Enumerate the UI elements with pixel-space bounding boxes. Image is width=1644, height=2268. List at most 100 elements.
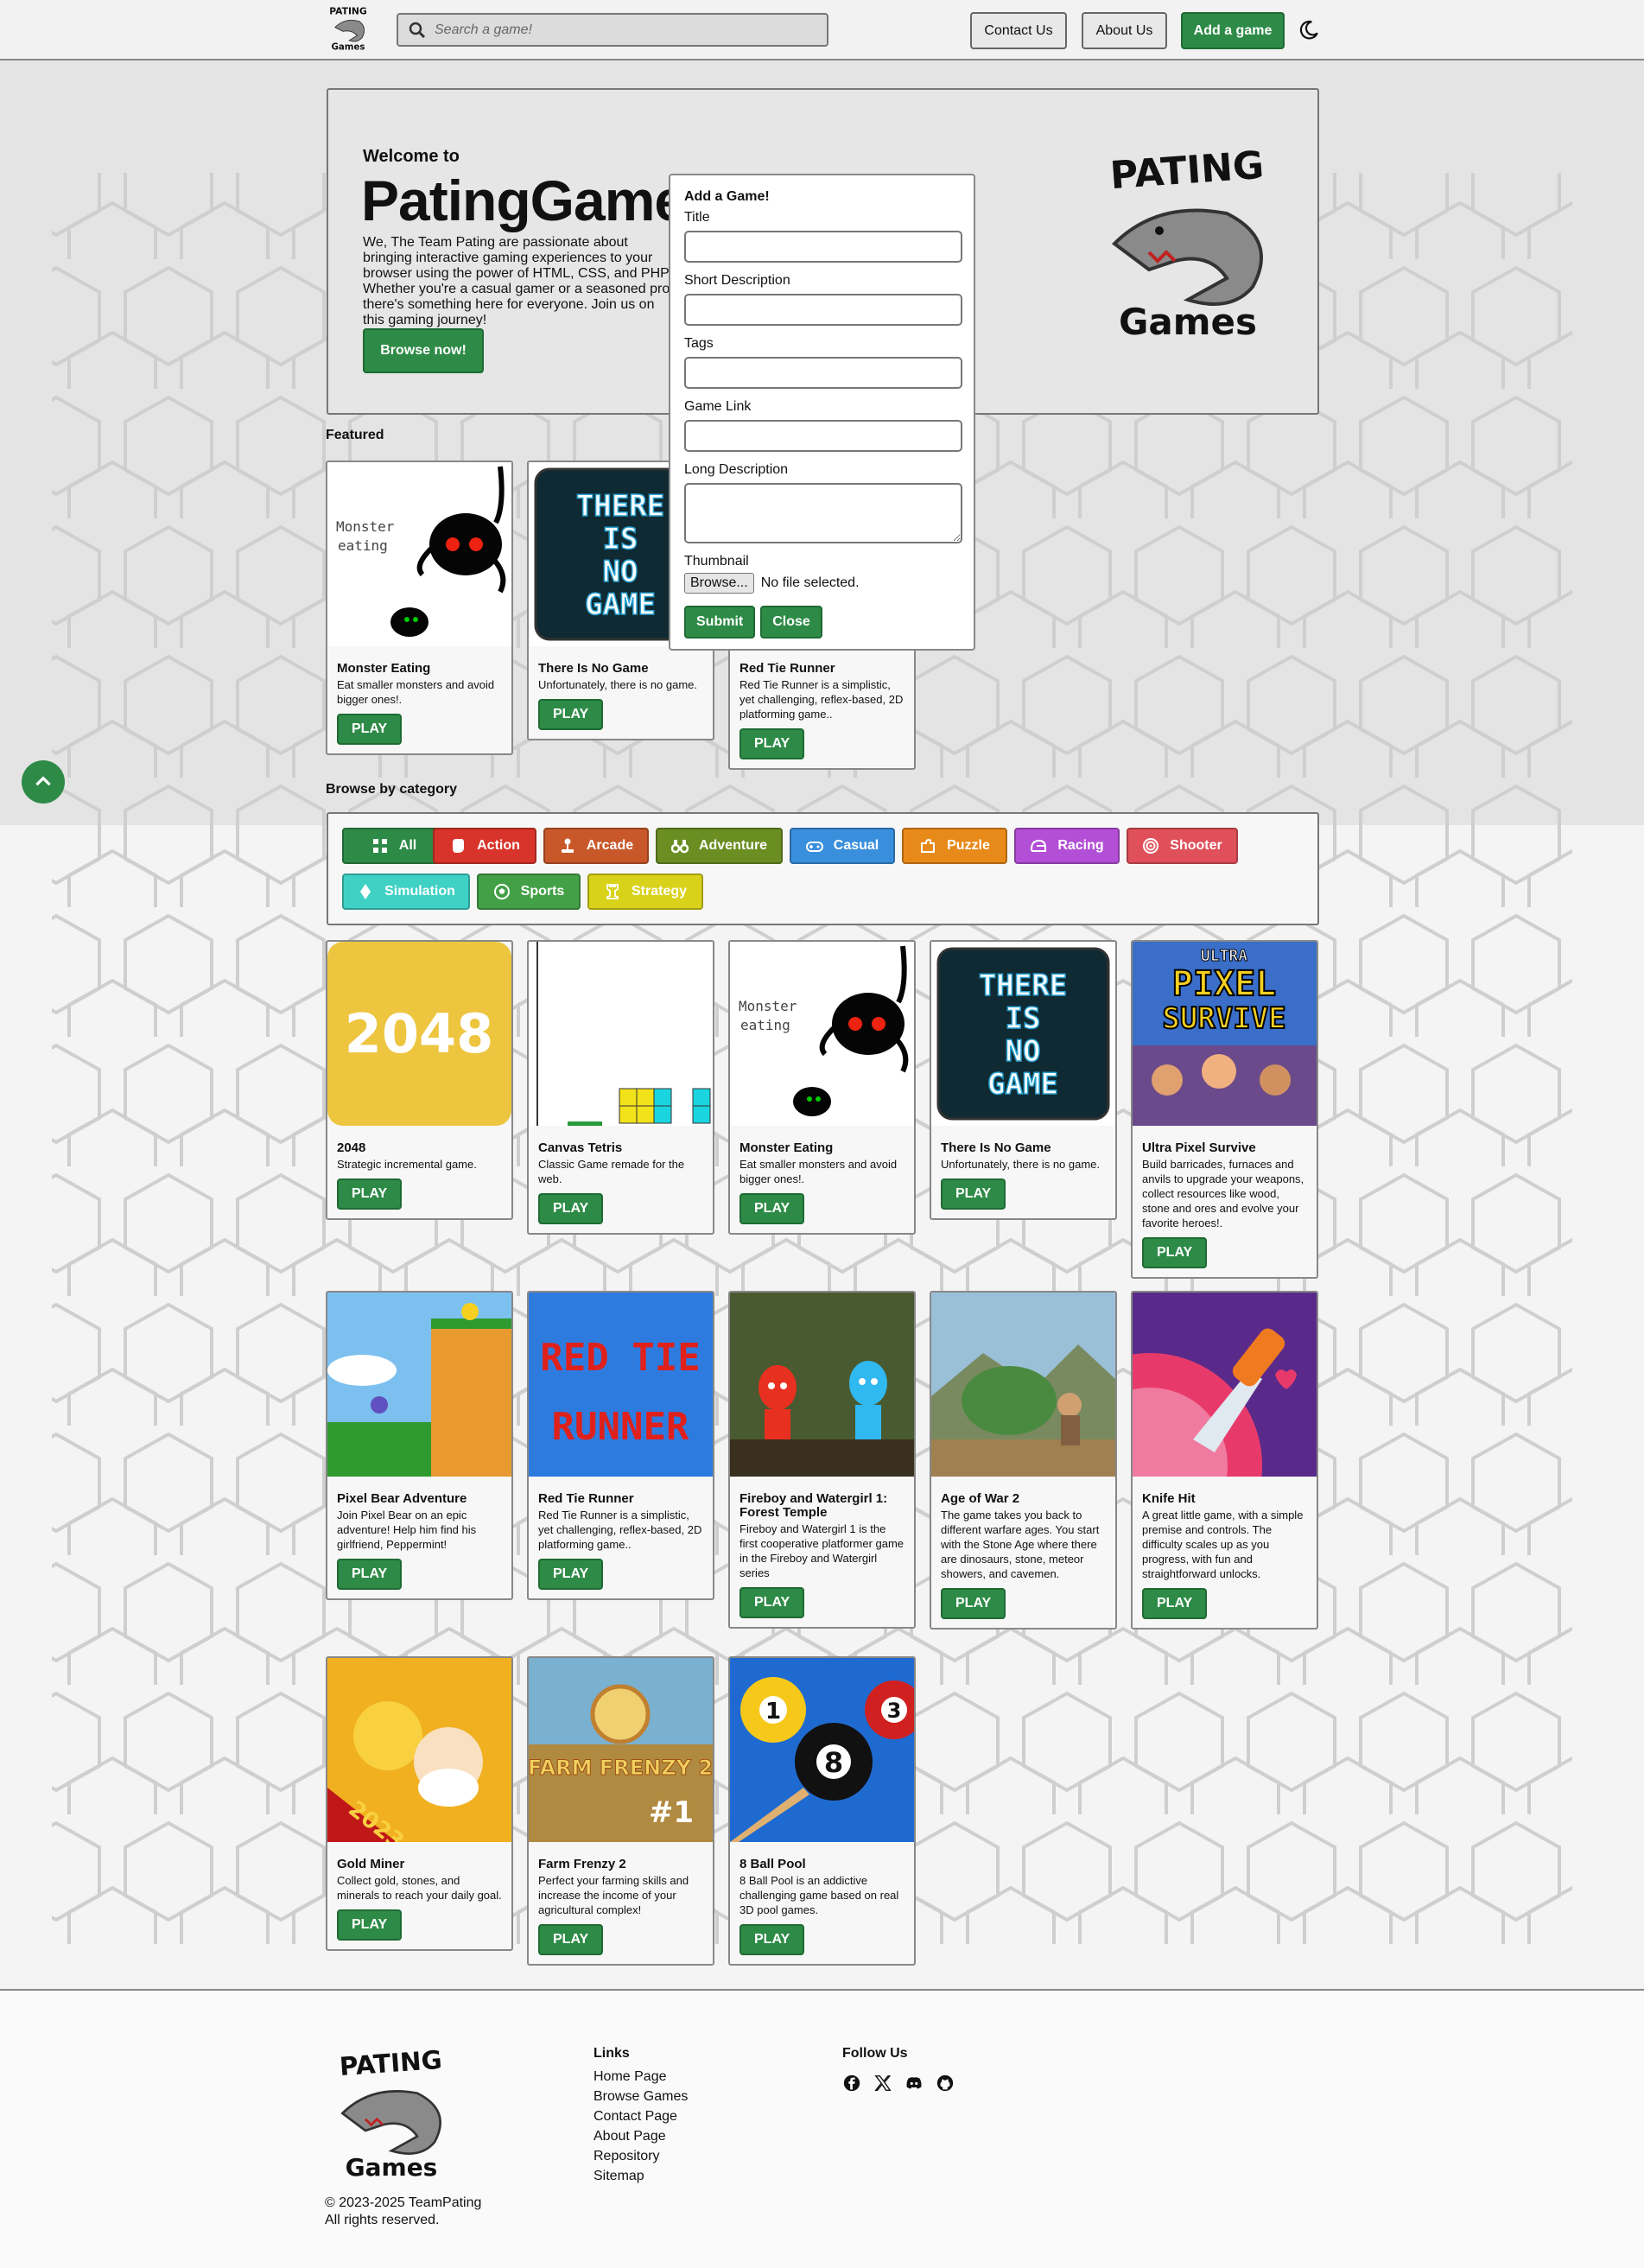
- copyright: © 2023-2025 TeamPating All rights reserv…: [325, 2195, 481, 2229]
- thumbnail-canvas-tetris: [529, 942, 713, 1126]
- svg-text:GAME: GAME: [987, 1067, 1058, 1102]
- featured-card-monster-eating[interactable]: Monster eating Monster Eating Eat smalle…: [326, 461, 513, 755]
- play-button[interactable]: PLAY: [538, 699, 604, 730]
- footer-link-sitemap[interactable]: Sitemap: [593, 2166, 688, 2186]
- github-icon[interactable]: [936, 2074, 955, 2093]
- svg-text:PIXEL: PIXEL: [1172, 964, 1276, 1004]
- grid-icon: [372, 839, 387, 853]
- footer-link-home[interactable]: Home Page: [593, 2067, 688, 2087]
- facebook-icon[interactable]: [842, 2074, 861, 2093]
- svg-text:eating: eating: [740, 1017, 790, 1033]
- category-arcade[interactable]: Arcade: [543, 828, 649, 864]
- category-sports[interactable]: Sports: [477, 874, 581, 910]
- add-game-button[interactable]: Add a game: [1181, 12, 1285, 49]
- game-card-farm-frenzy-2[interactable]: FARM FRENZY 2 #1 Farm Frenzy 2 Perfect y…: [527, 1656, 714, 1966]
- card-title: Farm Frenzy 2: [538, 1857, 626, 1871]
- discord-icon[interactable]: [905, 2074, 924, 2093]
- game-card-2048[interactable]: 2048 2048 Strategic incremental game. PL…: [326, 940, 513, 1220]
- game-card-ultra-pixel-survive[interactable]: ULTRA PIXEL SURVIVE Ultra Pixel Survive …: [1131, 940, 1318, 1279]
- play-button[interactable]: PLAY: [337, 1559, 403, 1590]
- play-button[interactable]: PLAY: [1142, 1588, 1208, 1619]
- game-card-fireboy-watergirl[interactable]: Fireboy and Watergirl 1: Forest Temple F…: [728, 1291, 916, 1629]
- thumbnail-age-of-war-2: [931, 1293, 1115, 1477]
- play-button[interactable]: PLAY: [538, 1924, 604, 1955]
- category-filter-panel: All Action Arcade Adventure Casual Puzzl…: [327, 812, 1319, 925]
- moon-icon[interactable]: [1298, 19, 1320, 41]
- play-button[interactable]: PLAY: [739, 728, 805, 759]
- game-card-red-tie-runner[interactable]: RED TIE RUNNER Red Tie Runner Red Tie Ru…: [527, 1291, 714, 1600]
- joystick-icon: [561, 838, 574, 853]
- game-card-canvas-tetris[interactable]: Canvas Tetris Classic Game remade for th…: [527, 940, 714, 1235]
- game-card-gold-miner[interactable]: 2023 Gold Miner Collect gold, stones, an…: [326, 1656, 513, 1951]
- category-all[interactable]: All: [342, 828, 446, 864]
- search-bar[interactable]: [397, 13, 828, 47]
- browse-file-button[interactable]: Browse...: [684, 573, 754, 594]
- category-strategy[interactable]: Strategy: [587, 874, 703, 910]
- category-adventure[interactable]: Adventure: [656, 828, 783, 864]
- play-button[interactable]: PLAY: [941, 1178, 1006, 1210]
- play-button[interactable]: PLAY: [1142, 1237, 1208, 1268]
- svg-text:3: 3: [887, 1699, 902, 1723]
- category-action[interactable]: Action: [433, 828, 536, 864]
- tags-label: Tags: [684, 336, 714, 351]
- game-card-8-ball-pool[interactable]: 1 3 8 8 Ball Pool 8 Ball Pool is an addi…: [728, 1656, 916, 1966]
- x-twitter-icon[interactable]: [873, 2074, 892, 2093]
- card-description: The game takes you back to different war…: [941, 1509, 1100, 1580]
- contact-us-button[interactable]: Contact Us: [970, 12, 1067, 49]
- game-card-pixel-bear-adventure[interactable]: Pixel Bear Adventure Join Pixel Bear on …: [326, 1291, 513, 1600]
- svg-text:ULTRA: ULTRA: [1201, 947, 1247, 965]
- title-input[interactable]: [684, 231, 962, 263]
- category-simulation[interactable]: Simulation: [342, 874, 470, 910]
- play-button[interactable]: PLAY: [941, 1588, 1006, 1619]
- svg-text:SURVIVE: SURVIVE: [1162, 1001, 1285, 1036]
- footer: PATING Games © 2023-2025 TeamPating All …: [0, 1989, 1644, 2268]
- game-card-age-of-war-2[interactable]: Age of War 2 The game takes you back to …: [930, 1291, 1117, 1630]
- play-button[interactable]: PLAY: [739, 1587, 805, 1618]
- game-card-there-is-no-game[interactable]: THERE IS NO GAME There Is No Game Unfort…: [930, 940, 1117, 1220]
- svg-text:8: 8: [824, 1746, 843, 1779]
- thumbnail-ultra-pixel-survive: ULTRA PIXEL SURVIVE: [1133, 942, 1317, 1126]
- pating-logo-small[interactable]: PATING Games: [327, 5, 370, 54]
- play-button[interactable]: PLAY: [739, 1193, 805, 1224]
- play-button[interactable]: PLAY: [337, 1909, 403, 1941]
- play-button[interactable]: PLAY: [739, 1924, 805, 1955]
- play-button[interactable]: PLAY: [337, 714, 403, 745]
- game-link-input[interactable]: [684, 420, 962, 452]
- game-card-monster-eating[interactable]: Monster eating Monster Eating Eat smalle…: [728, 940, 916, 1235]
- footer-links: Home Page Browse Games Contact Page Abou…: [593, 2067, 688, 2186]
- tags-input[interactable]: [684, 357, 962, 389]
- scroll-to-top-button[interactable]: [22, 760, 65, 804]
- game-card-knife-hit[interactable]: Knife Hit A great little game, with a si…: [1131, 1291, 1318, 1630]
- footer-link-repository[interactable]: Repository: [593, 2146, 688, 2166]
- play-button[interactable]: PLAY: [538, 1193, 604, 1224]
- browse-now-button[interactable]: Browse now!: [363, 328, 484, 373]
- category-puzzle[interactable]: Puzzle: [902, 828, 1007, 864]
- footer-link-about[interactable]: About Page: [593, 2126, 688, 2146]
- card-description: Classic Game remade for the web.: [538, 1158, 685, 1185]
- puzzle-icon: [921, 838, 936, 853]
- submit-button[interactable]: Submit: [684, 606, 756, 638]
- search-input[interactable]: [435, 22, 806, 38]
- category-shooter[interactable]: Shooter: [1127, 828, 1238, 864]
- thumbnail-there-is-no-game: THERE IS NO GAME: [931, 942, 1115, 1126]
- card-title: Ultra Pixel Survive: [1142, 1140, 1256, 1155]
- card-description: Join Pixel Bear on an epic adventure! He…: [337, 1509, 477, 1551]
- category-label: Arcade: [586, 838, 634, 853]
- short-description-input[interactable]: [684, 294, 962, 326]
- close-button[interactable]: Close: [760, 606, 822, 638]
- play-button[interactable]: PLAY: [337, 1178, 403, 1210]
- long-description-textarea[interactable]: [684, 483, 962, 543]
- rook-icon: [606, 884, 619, 899]
- footer-link-browse[interactable]: Browse Games: [593, 2087, 688, 2106]
- about-us-button[interactable]: About Us: [1082, 12, 1167, 49]
- binoculars-icon: [670, 840, 689, 854]
- play-button[interactable]: PLAY: [538, 1559, 604, 1590]
- footer-link-contact[interactable]: Contact Page: [593, 2106, 688, 2126]
- category-racing[interactable]: Racing: [1014, 828, 1120, 864]
- modal-buttons: Submit Close: [684, 606, 960, 638]
- category-label: Racing: [1057, 838, 1104, 853]
- ball-icon: [493, 884, 510, 899]
- category-casual[interactable]: Casual: [790, 828, 895, 864]
- pating-logo-footer: PATING Games: [339, 2045, 443, 2182]
- diamond-icon: [360, 884, 371, 899]
